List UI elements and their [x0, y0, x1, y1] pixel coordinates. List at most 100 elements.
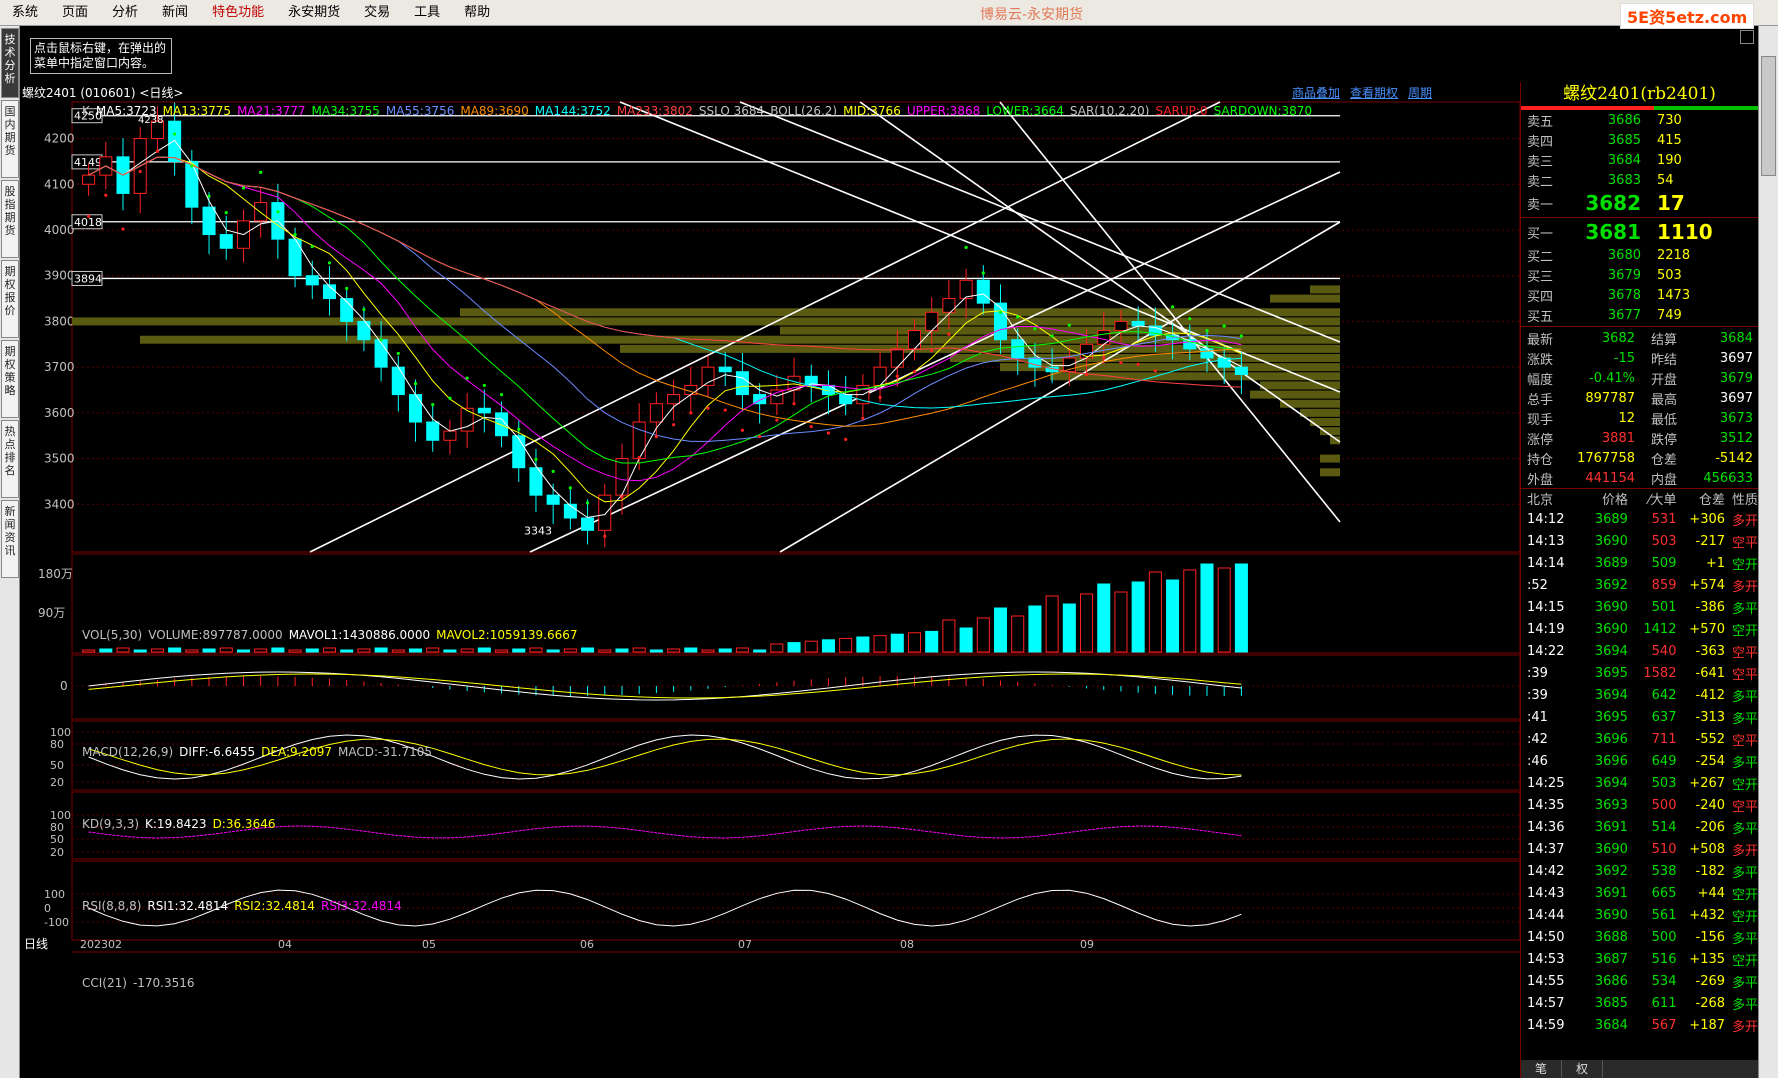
- left-tab-2[interactable]: 股指期货: [1, 180, 19, 258]
- sar-dot-15: [345, 286, 349, 291]
- sar-dot-65: [1205, 328, 1209, 333]
- menu-item-3[interactable]: 新闻: [150, 0, 200, 26]
- vertical-scrollbar[interactable]: [1758, 26, 1778, 1078]
- cci-indicator-0: CCI(21): [82, 976, 127, 990]
- ask-row-3[interactable]: 卖二 3683 54: [1521, 170, 1758, 190]
- window-toggle-icon[interactable]: [1740, 30, 1754, 44]
- scrollbar-thumb[interactable]: [1761, 56, 1776, 176]
- price-label-0: 4200: [44, 132, 75, 146]
- ask-row-4[interactable]: 卖一 3682 17: [1521, 190, 1758, 216]
- vol-bar-30: [598, 649, 612, 653]
- kd-label-1: 80: [50, 738, 64, 751]
- candle-body-6: [185, 160, 199, 208]
- sar-dot-30: [603, 534, 607, 538]
- tick-type: 空开: [1732, 953, 1759, 969]
- main-indicator-9: SSLO 3684: [698, 104, 765, 118]
- tick-volume: 859: [1651, 577, 1677, 593]
- bid-row-0[interactable]: 买一 3681 1110: [1521, 219, 1758, 245]
- left-tab-4[interactable]: 期权策略: [1, 340, 19, 418]
- bid-label: 买三: [1527, 269, 1554, 285]
- vol-bar-29: [581, 647, 595, 653]
- chart-area[interactable]: 4200 4100 4000 3900 3800 3700 3600 3500 3400 4250…: [20, 82, 1520, 1078]
- left-tab-3[interactable]: 期权报价: [1, 260, 19, 338]
- tick-price: 3690: [1594, 533, 1628, 549]
- sar-dot-17: [379, 338, 383, 342]
- pane-frame-2: [71, 654, 1520, 720]
- quote-tab-0[interactable]: 笔: [1521, 1060, 1563, 1078]
- vol-bar-43: [821, 639, 835, 653]
- vol-bar-61: [1131, 581, 1145, 653]
- macd-indicator-1: DIFF:-6.6455: [179, 745, 256, 759]
- main-indicator-12: UPPER:3868: [906, 104, 981, 118]
- tick-type: 多平: [1732, 601, 1759, 617]
- vol-bar-9: [236, 649, 250, 653]
- ask-row-0[interactable]: 卖五 3686 730: [1521, 110, 1758, 130]
- sar-dot-67: [1239, 334, 1243, 338]
- chart-link-0[interactable]: 商品叠加: [1292, 84, 1340, 101]
- menu-item-2[interactable]: 分析: [100, 0, 150, 26]
- main-indicator-8: MA233:3802: [616, 104, 693, 118]
- menu-item-7[interactable]: 工具: [402, 0, 452, 26]
- candle-body-59: [1097, 330, 1111, 345]
- bid-label: 买一: [1527, 226, 1554, 242]
- left-tab-5[interactable]: 热点排名: [1, 420, 19, 498]
- ask-row-1[interactable]: 卖四 3685 415: [1521, 130, 1758, 150]
- tick-type: 空平: [1732, 535, 1759, 551]
- menu-item-1[interactable]: 页面: [50, 0, 100, 26]
- quote-key: 仓差: [1651, 452, 1678, 468]
- tick-row-9: :41 3695 637 -313 多平: [1521, 706, 1758, 728]
- tick-oi-change: -269: [1695, 973, 1726, 989]
- candle-body-23: [477, 407, 491, 414]
- tick-price: 3690: [1594, 599, 1628, 615]
- menu-item-0[interactable]: 系统: [0, 0, 50, 26]
- tick-volume: 503: [1651, 775, 1677, 791]
- tick-volume: 1412: [1643, 621, 1677, 637]
- left-tab-0[interactable]: 技术分析: [1, 28, 19, 98]
- bid-row-1[interactable]: 买二 3680 2218: [1521, 245, 1758, 265]
- vol-bar-40: [770, 643, 784, 653]
- tick-row-23: 14:59 3684 567 +187 多开: [1521, 1014, 1758, 1036]
- kd-indicator-2: D:36.3646: [212, 817, 276, 831]
- left-tab-1[interactable]: 国内期货: [1, 100, 19, 178]
- sar-dot-2: [121, 227, 125, 231]
- kd-indicator-row: KD(9,3,3) K:19.8423 D:36.3646: [82, 817, 281, 831]
- tick-oi-change: +267: [1689, 775, 1726, 791]
- kline-chart[interactable]: 4200410040003900380037003600350034004250…: [20, 82, 1520, 1078]
- tick-price: 3688: [1594, 929, 1628, 945]
- ask-row-2[interactable]: 卖三 3684 190: [1521, 150, 1758, 170]
- menu-item-4[interactable]: 特色功能: [200, 0, 276, 26]
- vol-bar-0: [82, 649, 96, 653]
- vol-bar-19: [408, 648, 423, 653]
- vol-bar-57: [1062, 603, 1076, 653]
- tick-time: 14:57: [1527, 995, 1565, 1011]
- menu-item-5[interactable]: 永安期货: [276, 0, 352, 26]
- vol-bar-10: [254, 648, 268, 653]
- main-indicator-15: SARUP:0: [1155, 104, 1208, 118]
- tick-row-14: 14:36 3691 514 -206 多平: [1521, 816, 1758, 838]
- quote-tab-1[interactable]: 权: [1562, 1060, 1604, 1078]
- candle-body-33: [649, 403, 663, 423]
- candle-body-25: [512, 435, 526, 469]
- sar-dot-29: [585, 501, 590, 505]
- candle-body-13: [305, 275, 319, 286]
- sar-dot-3: [138, 169, 142, 174]
- vol-bar-7: [202, 648, 216, 653]
- bid-row-3[interactable]: 买四 3678 1473: [1521, 285, 1758, 305]
- bid-row-2[interactable]: 买三 3679 503: [1521, 265, 1758, 285]
- candle-body-18: [391, 366, 405, 396]
- candle-body-53: [993, 302, 1008, 341]
- chart-link-2[interactable]: 周期: [1408, 84, 1432, 101]
- left-tab-6[interactable]: 新闻资讯: [1, 500, 19, 578]
- tick-oi-change: +187: [1689, 1017, 1726, 1033]
- menu-item-6[interactable]: 交易: [352, 0, 402, 26]
- quote-value: -0.41%: [1589, 370, 1635, 386]
- main-indicator-14: SAR(10,2,20): [1069, 104, 1150, 118]
- tick-time: 14:15: [1527, 599, 1565, 615]
- menu-item-8[interactable]: 帮助: [452, 0, 502, 26]
- volume-profile-bar-9: [1050, 372, 1340, 381]
- candle-body-8: [219, 234, 233, 249]
- bid-vol: 503: [1657, 267, 1682, 283]
- ask-vol: 190: [1657, 152, 1682, 168]
- bid-row-4[interactable]: 买五 3677 749: [1521, 305, 1758, 325]
- chart-link-1[interactable]: 查看期权: [1350, 84, 1398, 101]
